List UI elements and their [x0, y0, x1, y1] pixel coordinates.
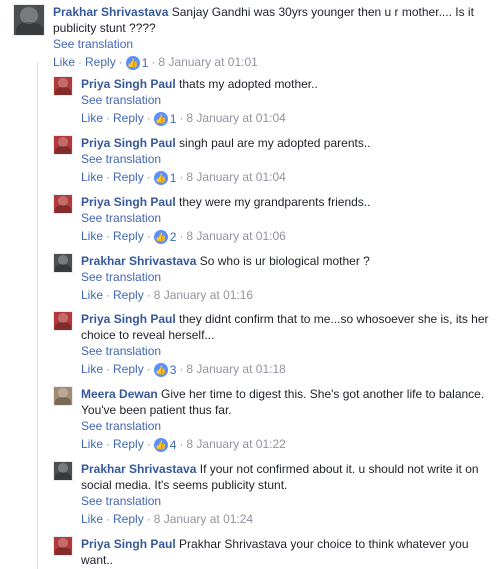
thumbs-up-icon: 👍: [153, 363, 168, 377]
comment-actions: Like · Reply · 👍 2 · 8 January at 01:06: [81, 229, 286, 245]
like-count[interactable]: 👍 4: [153, 437, 176, 453]
avatar[interactable]: [53, 253, 73, 273]
comment-actions: Like · Reply · 👍 1 · 8 January at 01:04: [81, 170, 286, 186]
comment-author[interactable]: Priya Singh Paul: [81, 537, 176, 551]
comment-text: singh paul are my adopted parents..: [179, 136, 371, 150]
comment-actions: Like · Reply · 8 January at 01:16: [81, 288, 254, 302]
see-translation-link[interactable]: See translation: [81, 493, 493, 509]
comment-author[interactable]: Prakhar Shrivastava: [81, 462, 196, 476]
see-translation-link[interactable]: See translation: [53, 36, 493, 52]
see-translation-link[interactable]: See translation: [81, 343, 493, 359]
avatar[interactable]: [13, 4, 45, 36]
avatar[interactable]: [53, 76, 73, 96]
comment-actions: Like · Reply · 👍 1 · 8 January at 01:01: [53, 55, 258, 71]
comment-author[interactable]: Priya Singh Paul: [81, 312, 176, 326]
comment-timestamp[interactable]: 8 January at 01:22: [186, 437, 285, 451]
comment-text: So who is ur biological mother ?: [199, 254, 370, 268]
avatar[interactable]: [53, 386, 73, 406]
reply-link[interactable]: Reply: [113, 111, 144, 125]
like-link[interactable]: Like: [81, 512, 103, 526]
see-translation-link[interactable]: See translation: [81, 151, 493, 167]
like-count[interactable]: 👍 1: [153, 111, 176, 127]
thumbs-up-icon: 👍: [153, 230, 168, 244]
avatar[interactable]: [53, 311, 73, 331]
comment-author[interactable]: Meera Dewan: [81, 387, 158, 401]
comment-timestamp[interactable]: 8 January at 01:24: [154, 512, 253, 526]
comment-timestamp[interactable]: 8 January at 01:04: [186, 170, 285, 184]
reply-thread-line: [37, 62, 38, 569]
avatar[interactable]: [53, 135, 73, 155]
comment-timestamp[interactable]: 8 January at 01:01: [158, 55, 257, 69]
avatar[interactable]: [53, 461, 73, 481]
like-link[interactable]: Like: [81, 170, 103, 184]
avatar[interactable]: [53, 194, 73, 214]
reply-link[interactable]: Reply: [113, 362, 144, 376]
comment-timestamp[interactable]: 8 January at 01:18: [186, 362, 285, 376]
comment-actions: Like · Reply · 8 January at 01:24: [81, 512, 254, 526]
like-count[interactable]: 👍 1: [125, 55, 148, 71]
see-translation-link[interactable]: See translation: [81, 269, 493, 285]
like-link[interactable]: Like: [81, 362, 103, 376]
like-count[interactable]: 👍 1: [153, 170, 176, 186]
like-link[interactable]: Like: [53, 55, 75, 69]
see-translation-link[interactable]: See translation: [81, 210, 493, 226]
like-link[interactable]: Like: [81, 229, 103, 243]
see-translation-link[interactable]: See translation: [81, 92, 493, 108]
comment-author[interactable]: Priya Singh Paul: [81, 136, 176, 150]
thumbs-up-icon: 👍: [153, 171, 168, 185]
comment-author[interactable]: Priya Singh Paul: [81, 195, 176, 209]
comment-text: they were my grandparents friends..: [179, 195, 371, 209]
reply-link[interactable]: Reply: [113, 437, 144, 451]
comment-author[interactable]: Priya Singh Paul: [81, 77, 176, 91]
like-link[interactable]: Like: [81, 437, 103, 451]
reply-link[interactable]: Reply: [113, 229, 144, 243]
like-link[interactable]: Like: [81, 111, 103, 125]
like-count[interactable]: 👍 3: [153, 362, 176, 378]
comment-timestamp[interactable]: 8 January at 01:04: [186, 111, 285, 125]
comment-author[interactable]: Prakhar Shrivastava: [53, 5, 168, 19]
reply-link[interactable]: Reply: [113, 512, 144, 526]
comment-actions: Like · Reply · 👍 4 · 8 January at 01:22: [81, 437, 286, 453]
comment-author[interactable]: Prakhar Shrivastava: [81, 254, 196, 268]
reply-link[interactable]: Reply: [113, 288, 144, 302]
thumbs-up-icon: 👍: [125, 56, 140, 70]
thumbs-up-icon: 👍: [153, 438, 168, 452]
like-count[interactable]: 👍 2: [153, 229, 176, 245]
comment-timestamp[interactable]: 8 January at 01:16: [154, 288, 253, 302]
avatar[interactable]: [53, 536, 73, 556]
comment-timestamp[interactable]: 8 January at 01:06: [186, 229, 285, 243]
reply-link[interactable]: Reply: [85, 55, 116, 69]
thumbs-up-icon: 👍: [153, 112, 168, 126]
like-link[interactable]: Like: [81, 288, 103, 302]
comment-actions: Like · Reply · 👍 1 · 8 January at 01:04: [81, 111, 286, 127]
comment-actions: Like · Reply · 👍 3 · 8 January at 01:18: [81, 362, 286, 378]
reply-link[interactable]: Reply: [113, 170, 144, 184]
comment-text: thats my adopted mother..: [179, 77, 318, 91]
see-translation-link[interactable]: See translation: [81, 418, 493, 434]
